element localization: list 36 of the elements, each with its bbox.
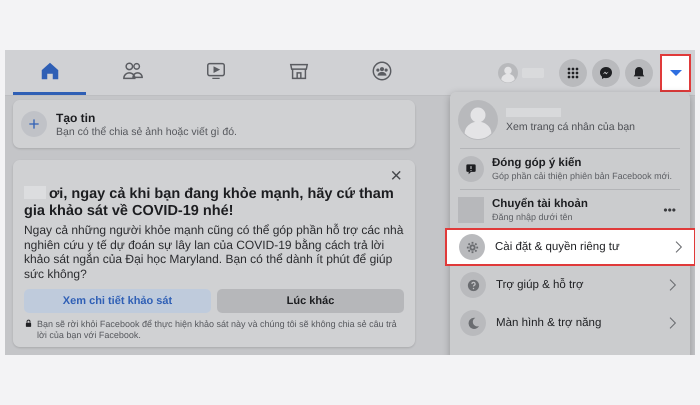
help-icon xyxy=(466,278,480,292)
notifications-button[interactable] xyxy=(625,58,653,86)
avatar-icon xyxy=(498,62,518,82)
profile-link[interactable]: Xem trang cá nhân của bạn xyxy=(506,120,636,132)
menu-item[interactable]: Màn hình & trợ năng xyxy=(450,304,690,342)
later-button[interactable]: Lúc khác xyxy=(217,289,404,313)
story-subtitle: Bạn có thể chia sẻ ảnh hoặc viết gì đó. xyxy=(56,126,237,138)
friends-icon xyxy=(122,60,144,82)
create-story-card[interactable]: Tạo tin Bạn có thể chia sẻ ảnh hoặc viết gì đó. xyxy=(13,100,415,148)
messenger-icon xyxy=(598,64,614,80)
menu-item[interactable]: Trợ giúp & hỗ trợ xyxy=(450,266,690,304)
feedback-icon xyxy=(464,162,478,176)
caret-icon xyxy=(670,70,682,76)
bell-icon xyxy=(631,64,647,80)
switch-account-title[interactable]: Chuyển tài khoản xyxy=(492,198,588,210)
survey-heading: ơi, ngay cả khi bạn đang khỏe mạnh, hãy cứ tham gia khảo sát về COVID-19 nhé! xyxy=(24,186,395,220)
menu-item[interactable]: Cài đặt & quyền riêng tư xyxy=(445,228,695,266)
messenger-button[interactable] xyxy=(592,58,620,86)
menu-button[interactable] xyxy=(559,58,587,86)
groups-icon xyxy=(370,60,392,82)
settings-icon xyxy=(464,240,480,254)
add-story-button[interactable] xyxy=(21,111,47,137)
close-button[interactable]: × xyxy=(390,168,402,184)
story-title: Tạo tin xyxy=(56,110,96,124)
avatar-icon xyxy=(458,100,498,140)
lock-icon xyxy=(24,319,33,328)
survey-text: Ngay cả những người khỏe mạnh cũng có thể góp phần hỗ trợ các nhà nghiên cứu y tế dự đoán sự lây lan của COVID-19 bằng cách trả lời khảo sát ngắn của Đại học Maryland. Bạn có thể dành ít phút để giúp sức không? xyxy=(24,223,404,281)
view-survey-button[interactable]: Xem chi tiết khảo sát xyxy=(24,289,211,313)
privacy-note: Bạn sẽ rời khỏi Facebook để thực hiện khảo sát này và chúng tôi sẽ không chia sẻ câu trả lời của bạn với Facebook. xyxy=(37,319,398,341)
feedback-item[interactable]: Đóng góp ý kiến Góp phần cải thiện phiên bản Facebook mới. xyxy=(450,151,690,187)
switch-account-subtitle: Đăng nhập dưới tên xyxy=(492,212,574,222)
video-icon xyxy=(204,60,226,82)
more-button[interactable]: ••• xyxy=(663,203,676,217)
moon-icon xyxy=(466,316,480,330)
grid-icon xyxy=(565,64,581,80)
account-menu-button[interactable] xyxy=(660,54,691,92)
